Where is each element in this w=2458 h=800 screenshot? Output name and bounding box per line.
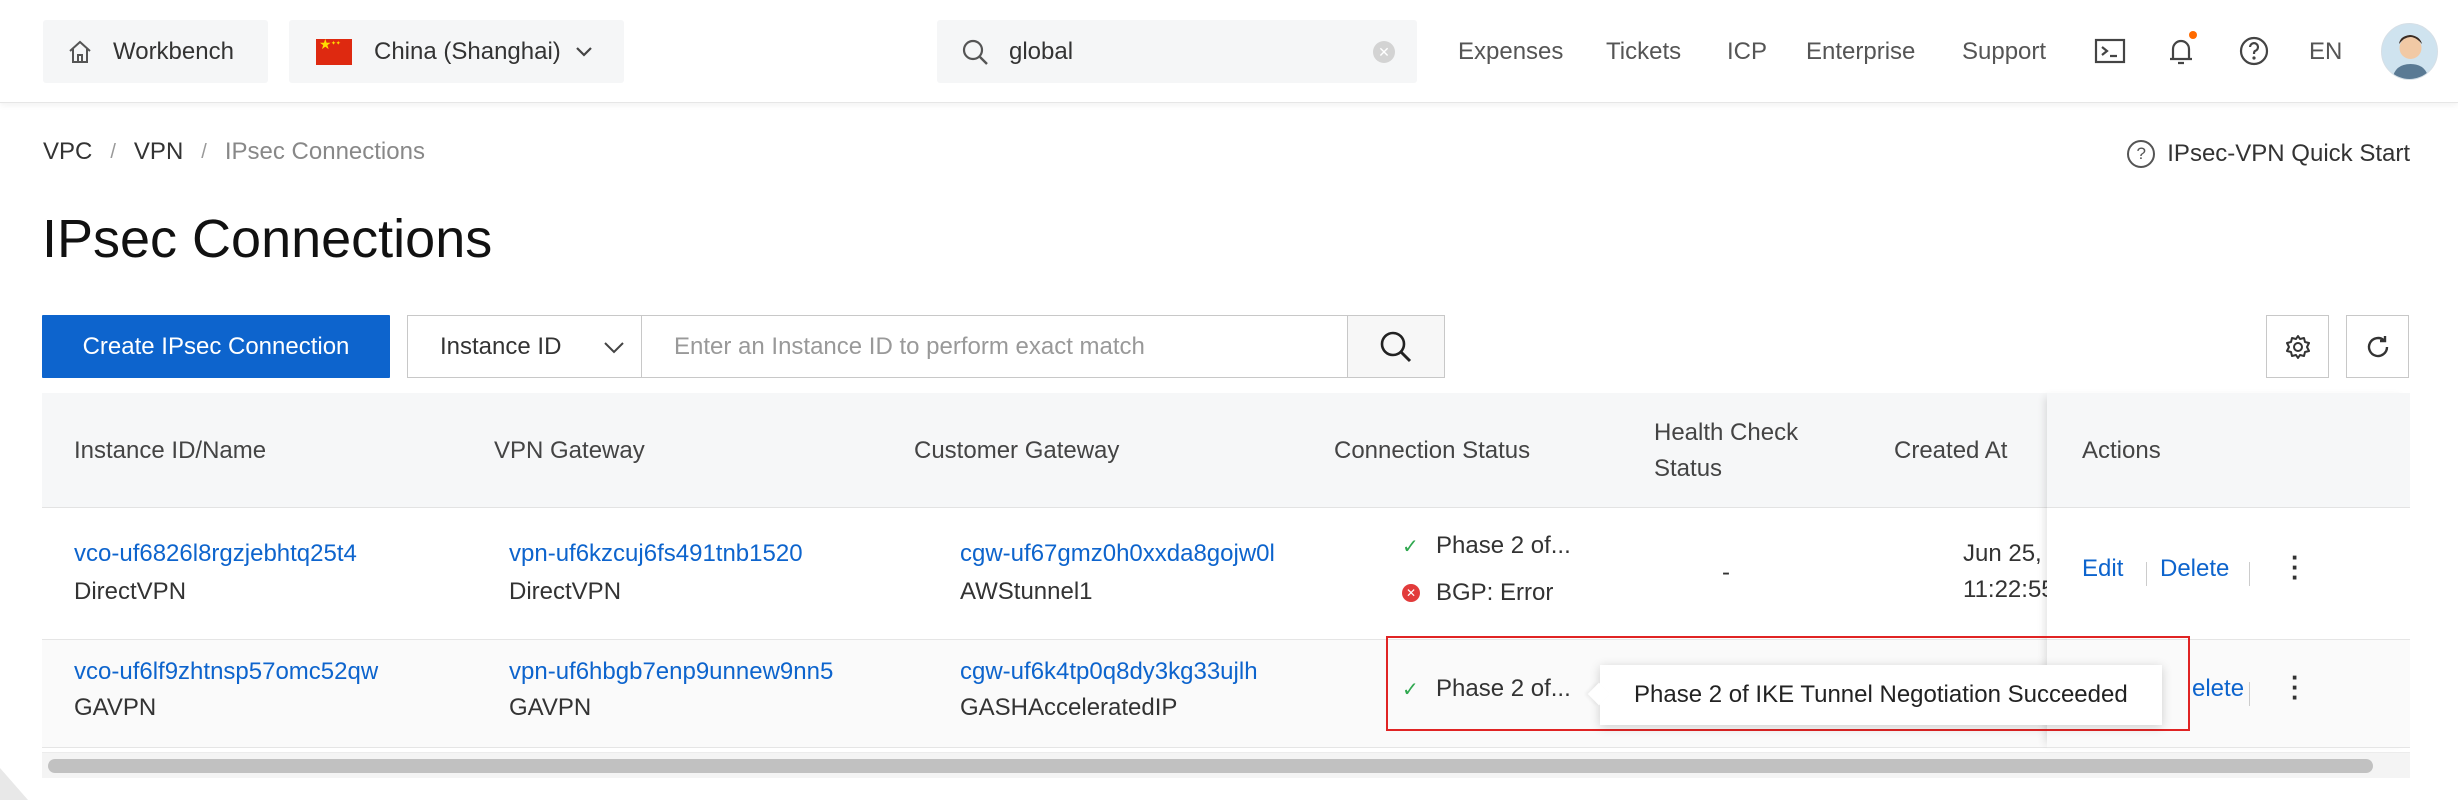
chevron-down-icon [604,342,624,354]
health-header-line2: Status [1654,454,1723,482]
help-icon[interactable] [2236,33,2272,69]
connection-status-bgp: ✕ BGP: Error [1402,579,1553,607]
horizontal-scrollbar[interactable] [42,752,2410,778]
refresh-icon [2367,335,2388,357]
nav-link-support[interactable]: Support [1962,0,2046,103]
status-phase-text: Phase 2 of... [1436,532,1571,559]
customer-gateway-link[interactable]: cgw-uf67gmz0h0xxda8gojw0l [960,536,1305,572]
create-ipsec-connection-button[interactable]: Create IPsec Connection [42,315,390,378]
instance-id-link[interactable]: vco-uf6lf9zhtnsp57omc52qw [74,654,378,690]
search-value: global [1009,37,1074,65]
question-icon: ? [2127,140,2156,168]
breadcrumb-vpc[interactable]: VPC [43,138,92,166]
col-header-connection-status: Connection Status [1334,436,1531,464]
search-button[interactable] [1347,315,1445,378]
quick-start-link[interactable]: ? IPsec-VPN Quick Start [2127,140,2410,168]
status-bgp-text: BGP: Error [1436,579,1554,606]
chevron-down-icon [576,46,592,57]
col-header-customer-gateway: Customer Gateway [914,436,1120,464]
search-icon [1380,331,1412,362]
nav-link-expenses[interactable]: Expenses [1458,0,1563,103]
corner-decoration [0,768,28,800]
status-tooltip: Phase 2 of IKE Tunnel Negotiation Succee… [1600,665,2162,725]
col-header-created-at: Created At [1894,436,2008,464]
health-header-line1: Health Check [1654,418,1799,446]
vpn-gateway-link[interactable]: vpn-uf6hbgb7enp9unnew9nn5 [509,654,833,690]
instance-name: GAVPN [74,694,157,721]
breadcrumb-separator: / [201,140,207,163]
home-icon [69,40,91,63]
scrollbar-thumb[interactable] [48,759,2373,773]
connection-status-phase[interactable]: ✓ Phase 2 of... [1402,532,1571,560]
nav-link-icp[interactable]: ICP [1727,0,1767,103]
breadcrumb-vpn[interactable]: VPN [134,138,183,166]
instance-id-link[interactable]: vco-uf6826l8rgzjebhtq25t4 [74,536,357,572]
created-date: Jun 25, [1963,540,2042,567]
gear-icon [2285,334,2310,359]
global-search-input[interactable]: global ✕ [937,20,1417,83]
region-label: China (Shanghai) [374,37,561,65]
workbench-label: Workbench [113,37,234,65]
vpn-gateway-link[interactable]: vpn-uf6kzcuj6fs491tnb1520 [509,536,803,572]
filter-field-select[interactable]: Instance ID [407,315,642,378]
search-icon [962,39,988,65]
instance-id-search-input[interactable]: Enter an Instance ID to perform exact ma… [641,315,1348,378]
vpn-gateway-name: DirectVPN [509,578,622,605]
breadcrumb-current: IPsec Connections [224,138,425,165]
settings-button[interactable] [2266,315,2329,378]
customer-gateway-link[interactable]: cgw-uf6k4tp0q8dy3kg33ujlh [960,654,1258,690]
page-title: IPsec Connections [42,209,493,269]
health-check-status: - [1722,559,1730,586]
terminal-icon[interactable] [2092,33,2128,69]
customer-gateway-name: GASHAcceleratedIP [960,694,1178,721]
filter-field-value: Instance ID [440,332,562,360]
col-header-health-check: Health Check Status [1654,393,1798,508]
notification-dot [2189,31,2197,39]
created-time: 11:22:55 [1963,576,2047,603]
user-avatar[interactable] [2381,23,2438,80]
nav-link-tickets[interactable]: Tickets [1606,0,1681,103]
breadcrumb-separator: / [110,140,116,163]
language-switch[interactable]: EN [2309,0,2342,103]
instance-name: DirectVPN [74,578,187,605]
china-flag-icon [316,36,352,65]
nav-link-enterprise[interactable]: Enterprise [1806,0,1915,103]
workbench-button[interactable]: Workbench [43,20,268,83]
tooltip-text: Phase 2 of IKE Tunnel Negotiation Succee… [1634,681,2128,708]
error-icon: ✕ [1402,584,1420,602]
breadcrumb: VPC / VPN / IPsec Connections [43,138,425,166]
quick-start-label: IPsec-VPN Quick Start [2167,140,2410,167]
customer-gateway-name: AWStunnel1 [960,578,1093,605]
refresh-button[interactable] [2346,315,2409,378]
check-icon: ✓ [1402,535,1419,558]
bell-icon[interactable] [2163,31,2199,69]
region-selector[interactable]: China (Shanghai) [289,20,624,83]
clear-search-icon[interactable]: ✕ [1373,41,1395,63]
col-header-vpn-gateway: VPN Gateway [494,436,645,464]
vpn-gateway-name: GAVPN [509,694,592,721]
col-header-instance: Instance ID/Name [74,436,267,464]
top-navigation-bar: Workbench China (Shanghai) global ✕ Expe… [0,0,2458,103]
